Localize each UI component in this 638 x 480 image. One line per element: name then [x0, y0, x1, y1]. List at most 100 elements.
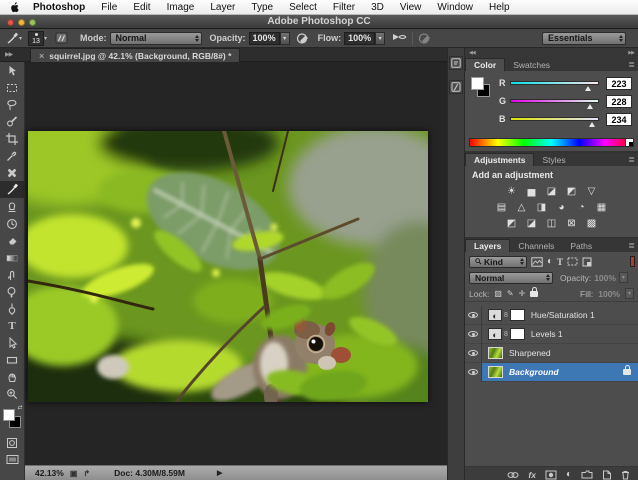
- menu-window[interactable]: Window: [429, 0, 481, 15]
- toolbar-collapse-icon[interactable]: ▶▶: [5, 51, 12, 58]
- invert-icon[interactable]: ◩: [504, 218, 519, 229]
- tab-adjustments[interactable]: Adjustments: [465, 153, 534, 166]
- minimize-window-button[interactable]: [18, 19, 25, 26]
- delete-layer-icon[interactable]: [621, 470, 630, 480]
- canvas-pasteboard[interactable]: [25, 62, 447, 465]
- filter-shape-layers-icon[interactable]: [567, 257, 578, 266]
- exposure-icon[interactable]: ◩: [564, 186, 579, 197]
- posterize-icon[interactable]: ◪: [524, 218, 539, 229]
- path-selection-tool[interactable]: [0, 334, 25, 351]
- green-slider[interactable]: [510, 99, 599, 103]
- history-brush-tool[interactable]: [0, 215, 25, 232]
- layer-filter-type-dropdown[interactable]: Kind: [469, 256, 527, 268]
- layer-name[interactable]: Background: [509, 367, 559, 377]
- curves-icon[interactable]: ◪: [544, 186, 559, 197]
- collapse-panels-left-icon[interactable]: ◀◀: [469, 50, 475, 56]
- tab-swatches[interactable]: Swatches: [505, 59, 558, 71]
- color-balance-icon[interactable]: △: [514, 202, 529, 213]
- color-panel-menu-icon[interactable]: ≣: [628, 60, 635, 69]
- menu-image[interactable]: Image: [159, 0, 203, 15]
- tab-styles[interactable]: Styles: [534, 154, 573, 166]
- quick-selection-tool[interactable]: [0, 113, 25, 130]
- layer-row-levels[interactable]: ◐ 8 Levels 1: [465, 325, 638, 344]
- new-group-icon[interactable]: [581, 470, 593, 479]
- levels-icon[interactable]: ▅: [524, 186, 539, 197]
- menu-layer[interactable]: Layer: [202, 0, 243, 15]
- opacity-dropdown-button[interactable]: ▾: [280, 32, 290, 45]
- screen-mode-button[interactable]: [0, 451, 25, 468]
- document-tab[interactable]: × squirrel.jpg @ 42.1% (Background, RGB/…: [30, 48, 240, 62]
- dodge-tool[interactable]: [0, 283, 25, 300]
- tab-color[interactable]: Color: [465, 58, 505, 71]
- document-size-info[interactable]: Doc: 4.30M/8.59M: [114, 468, 185, 478]
- menu-view[interactable]: View: [392, 0, 430, 15]
- menu-help[interactable]: Help: [481, 0, 518, 15]
- mask-link-icon[interactable]: 8: [504, 331, 508, 338]
- eyedropper-tool[interactable]: [0, 147, 25, 164]
- visibility-cell[interactable]: [465, 363, 482, 382]
- swap-colors-icon[interactable]: ⇄: [17, 404, 22, 411]
- layer-name[interactable]: Levels 1: [531, 329, 563, 339]
- filter-adjustment-layers-icon[interactable]: ◐: [547, 256, 553, 267]
- menu-3d[interactable]: 3D: [363, 0, 392, 15]
- layer-image-thumbnail[interactable]: [488, 347, 503, 359]
- menu-type[interactable]: Type: [243, 0, 281, 15]
- mask-link-icon[interactable]: 8: [504, 312, 508, 319]
- marquee-tool[interactable]: [0, 79, 25, 96]
- add-layer-mask-icon[interactable]: [545, 470, 557, 480]
- threshold-icon[interactable]: ◫: [544, 218, 559, 229]
- hand-tool[interactable]: [0, 368, 25, 385]
- preset-dropdown-arrow-icon[interactable]: ▾: [19, 35, 22, 42]
- lock-transparency-icon[interactable]: ▨: [494, 289, 502, 298]
- green-slider-thumb[interactable]: [587, 104, 593, 109]
- canvas-image-squirrel[interactable]: [28, 131, 428, 402]
- adjustments-panel-menu-icon[interactable]: ≣: [628, 155, 635, 164]
- brush-tool-preset-icon[interactable]: [6, 32, 19, 45]
- red-slider[interactable]: [510, 81, 599, 85]
- adjustment-layer-thumbnail[interactable]: ◐: [488, 328, 502, 340]
- red-slider-thumb[interactable]: [585, 86, 591, 91]
- eraser-tool[interactable]: [0, 232, 25, 249]
- apple-icon[interactable]: [10, 2, 19, 13]
- photo-filter-icon[interactable]: ◕: [554, 202, 569, 213]
- menu-edit[interactable]: Edit: [125, 0, 158, 15]
- quick-mask-button[interactable]: [0, 434, 25, 451]
- link-layers-icon[interactable]: [507, 471, 519, 479]
- toggle-brush-panel-icon[interactable]: [55, 32, 68, 44]
- tab-paths[interactable]: Paths: [562, 240, 600, 252]
- tab-channels[interactable]: Channels: [510, 240, 562, 252]
- gradient-tool[interactable]: [0, 249, 25, 266]
- vibrance-icon[interactable]: ▽: [584, 186, 599, 197]
- brightness-contrast-icon[interactable]: ☀: [504, 186, 519, 197]
- filter-type-layers-icon[interactable]: T: [557, 257, 563, 267]
- blue-value-field[interactable]: 234: [606, 113, 632, 126]
- visibility-cell[interactable]: [465, 344, 482, 363]
- menu-file[interactable]: File: [93, 0, 125, 15]
- pen-tool[interactable]: [0, 300, 25, 317]
- black-white-icon[interactable]: ◨: [534, 202, 549, 213]
- zoom-window-button[interactable]: [29, 19, 36, 26]
- layer-mask-thumbnail[interactable]: [510, 309, 525, 321]
- hue-saturation-icon[interactable]: ▤: [494, 202, 509, 213]
- background-lock-icon[interactable]: [623, 369, 631, 375]
- layer-mask-thumbnail[interactable]: [510, 328, 525, 340]
- adjustment-layer-thumbnail[interactable]: ◐: [488, 309, 502, 321]
- layer-row-background[interactable]: Background: [465, 363, 638, 382]
- brush-size-dropdown-arrow-icon[interactable]: ▾: [44, 35, 47, 42]
- close-window-button[interactable]: [7, 19, 14, 26]
- lock-all-icon[interactable]: [530, 291, 538, 297]
- zoom-tool[interactable]: [0, 385, 25, 402]
- brush-size-chip[interactable]: 13: [28, 31, 44, 46]
- channel-mixer-icon[interactable]: ◔: [574, 202, 589, 213]
- eye-icon[interactable]: [468, 312, 478, 318]
- color-spectrum-ramp[interactable]: [469, 138, 634, 147]
- layer-name[interactable]: Sharpened: [509, 348, 551, 358]
- opacity-input[interactable]: 100%: [249, 32, 280, 45]
- gradient-map-icon[interactable]: ▩: [584, 218, 599, 229]
- visibility-cell[interactable]: [465, 325, 482, 344]
- green-value-field[interactable]: 228: [606, 95, 632, 108]
- menu-select[interactable]: Select: [281, 0, 325, 15]
- lock-position-icon[interactable]: ✛: [519, 289, 526, 298]
- layers-panel-menu-icon[interactable]: ≣: [628, 241, 635, 250]
- lasso-tool[interactable]: [0, 96, 25, 113]
